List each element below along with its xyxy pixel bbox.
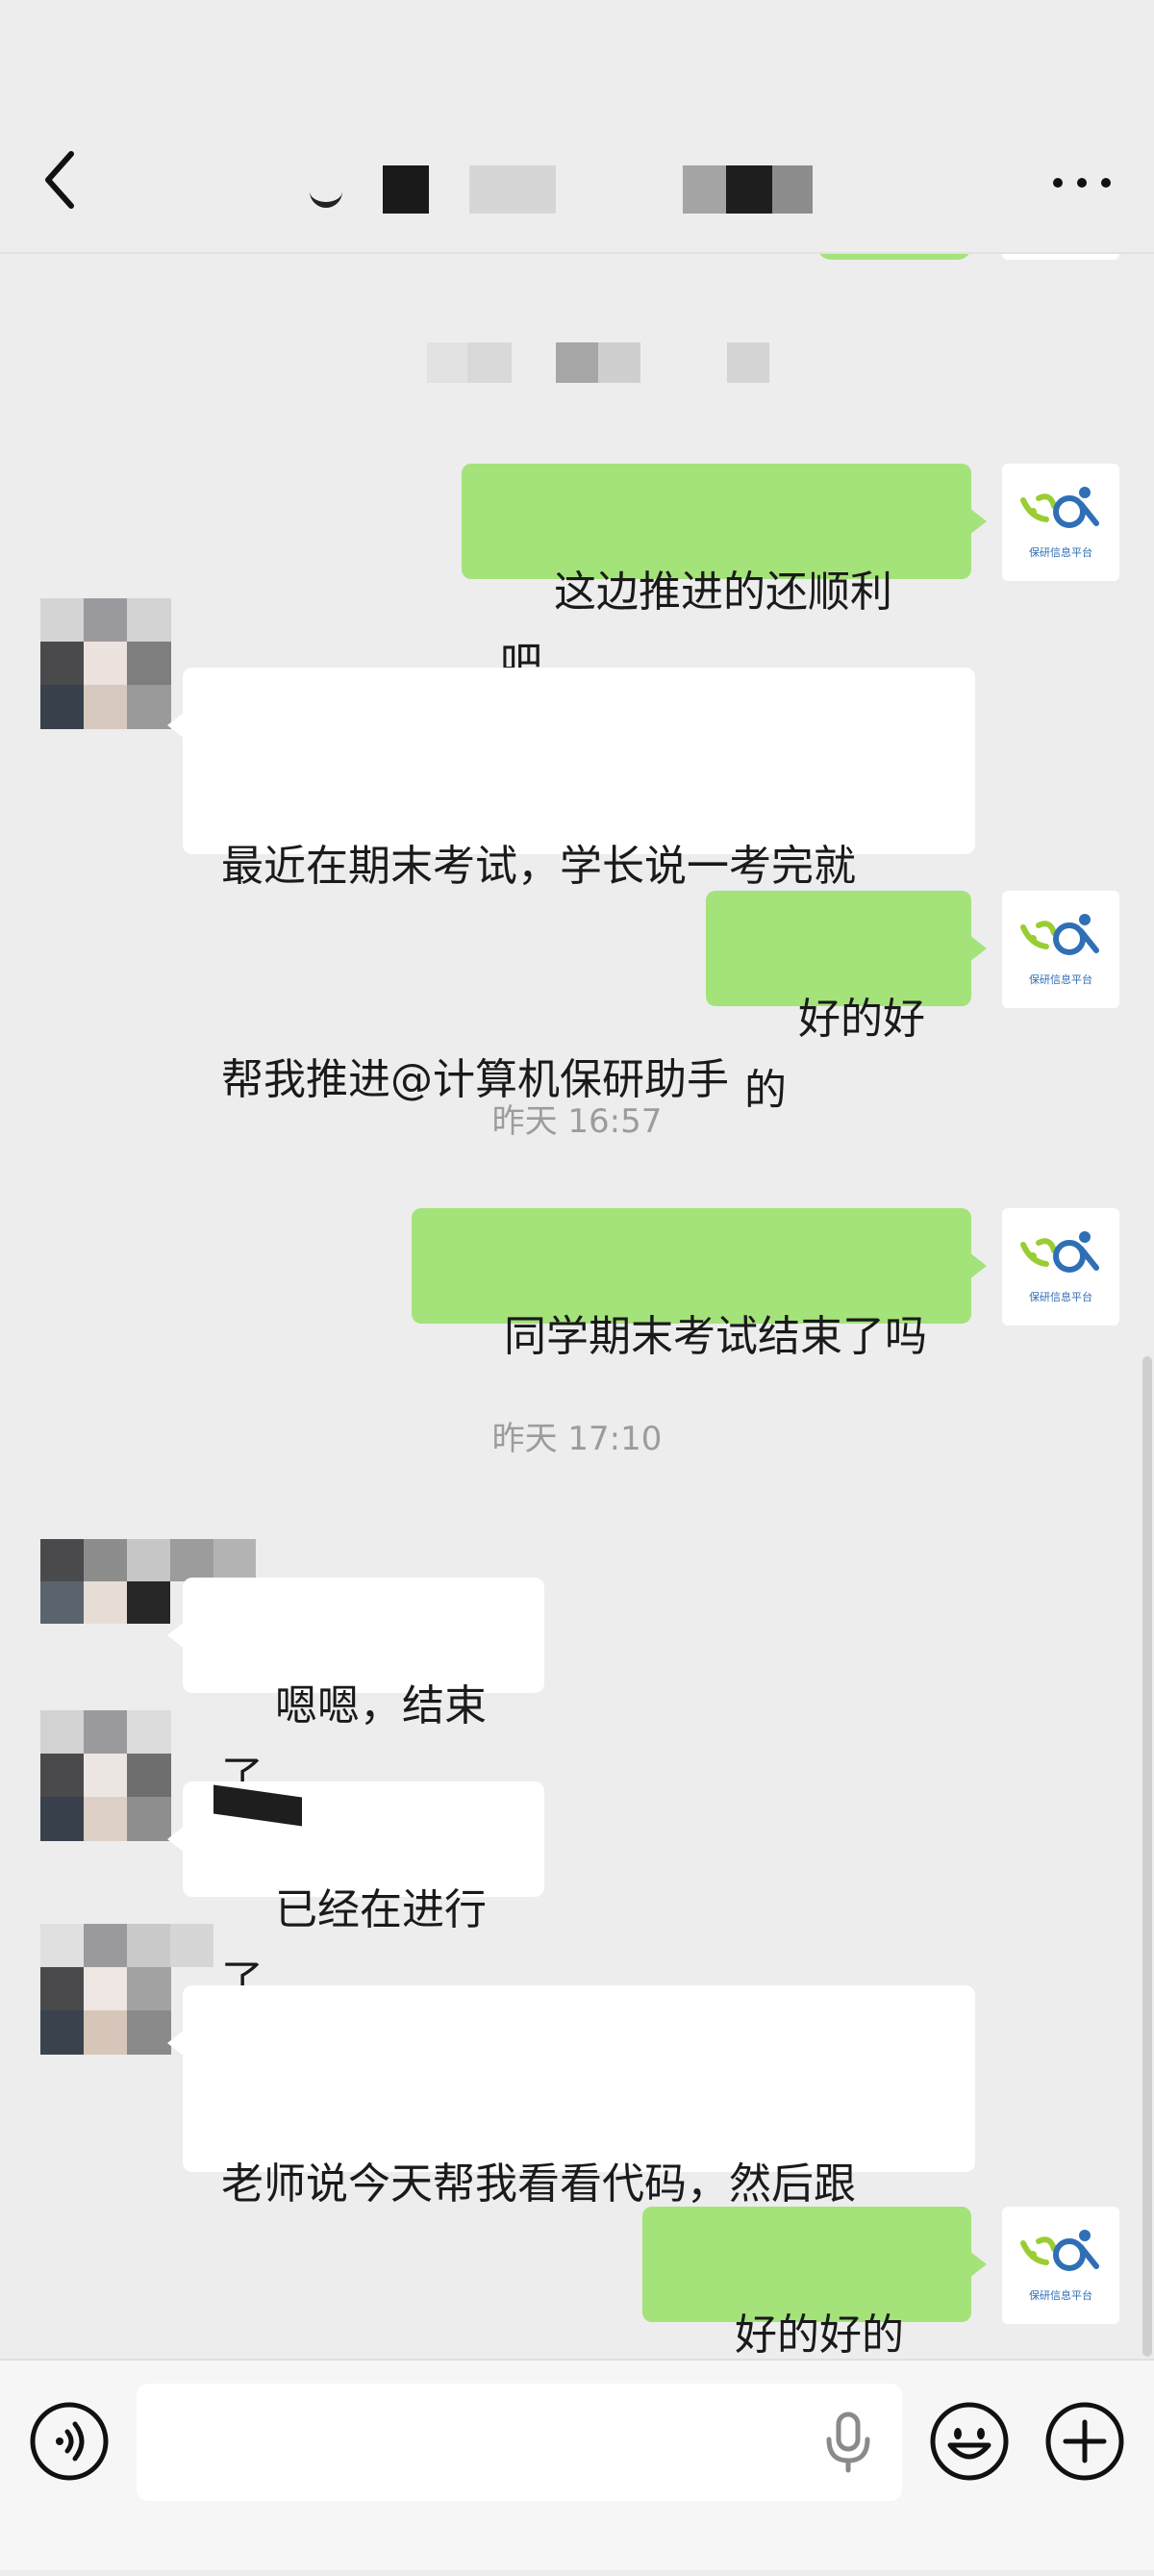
message-bubble-received[interactable]: 嗯嗯，结束了	[167, 1578, 544, 1802]
input-bar	[0, 2359, 1154, 2570]
message-bubble-received[interactable]: 最近在期末考试，学长说一考完就 帮我推进@计算机保研助手	[167, 668, 975, 1104]
emoji-button[interactable]	[929, 2401, 1010, 2482]
message-bubble-sent[interactable]: 好的好的	[642, 2207, 987, 2424]
timestamp: 昨天 16:57	[491, 1102, 663, 1141]
message-bubble-sent[interactable]: 同学期末考试结束了吗	[412, 1208, 987, 1361]
platform-logo-icon: 保研信息平台	[1020, 2230, 1099, 2302]
voice-mode-button[interactable]	[29, 2401, 110, 2482]
microphone-icon	[826, 2412, 870, 2473]
smiley-icon	[930, 2402, 1009, 2481]
message-text: 同学期末考试结束了吗	[503, 1312, 927, 1361]
svg-text:保研信息平台: 保研信息平台	[1029, 2288, 1092, 2302]
platform-logo-icon: 保研信息平台	[1020, 487, 1099, 559]
platform-logo-icon: 保研信息平台	[1020, 914, 1099, 986]
self-avatar[interactable]: 保研信息平台	[1002, 2207, 1119, 2324]
self-avatar[interactable]: 保研信息平台	[1002, 891, 1119, 1008]
contact-avatar[interactable]	[40, 598, 171, 729]
chat-scrollbar[interactable]	[1142, 1356, 1152, 2357]
svg-text:保研信息平台: 保研信息平台	[1029, 545, 1092, 559]
timestamp: 昨天 17:10	[491, 1420, 663, 1458]
message-bubble-received[interactable]: 老师说今天帮我看看代码，然后跟 我说	[167, 1985, 975, 2422]
more-dots-icon	[1053, 178, 1111, 188]
chevron-left-icon	[45, 151, 74, 209]
svg-text:保研信息平台: 保研信息平台	[1029, 972, 1092, 986]
svg-text:保研信息平台: 保研信息平台	[1029, 1290, 1092, 1303]
back-button[interactable]	[38, 146, 87, 214]
chat-header	[0, 0, 1154, 254]
message-text: 好的好的	[734, 2311, 904, 2360]
chat-message-list[interactable]: 这边推进的还顺利吧 保研信息平台 最近在期末考试，学长说一考完就 帮我推进@计算…	[0, 0, 1154, 2424]
plus-circle-icon	[1045, 2402, 1124, 2481]
self-avatar[interactable]: 保研信息平台	[1002, 1208, 1119, 1326]
microphone-button[interactable]	[821, 2411, 875, 2474]
more-options-button[interactable]	[1048, 164, 1116, 202]
platform-logo-icon: 保研信息平台	[1020, 1231, 1099, 1303]
self-avatar[interactable]: 保研信息平台	[1002, 464, 1119, 581]
message-bubble-sent[interactable]: 好的好的	[706, 891, 987, 1115]
add-more-button[interactable]	[1044, 2401, 1125, 2482]
message-bubble-sent[interactable]: 这边推进的还顺利吧	[462, 464, 987, 688]
voice-mode-icon	[30, 2402, 109, 2481]
message-input[interactable]	[137, 2384, 902, 2501]
contact-avatar[interactable]	[40, 1710, 171, 1841]
